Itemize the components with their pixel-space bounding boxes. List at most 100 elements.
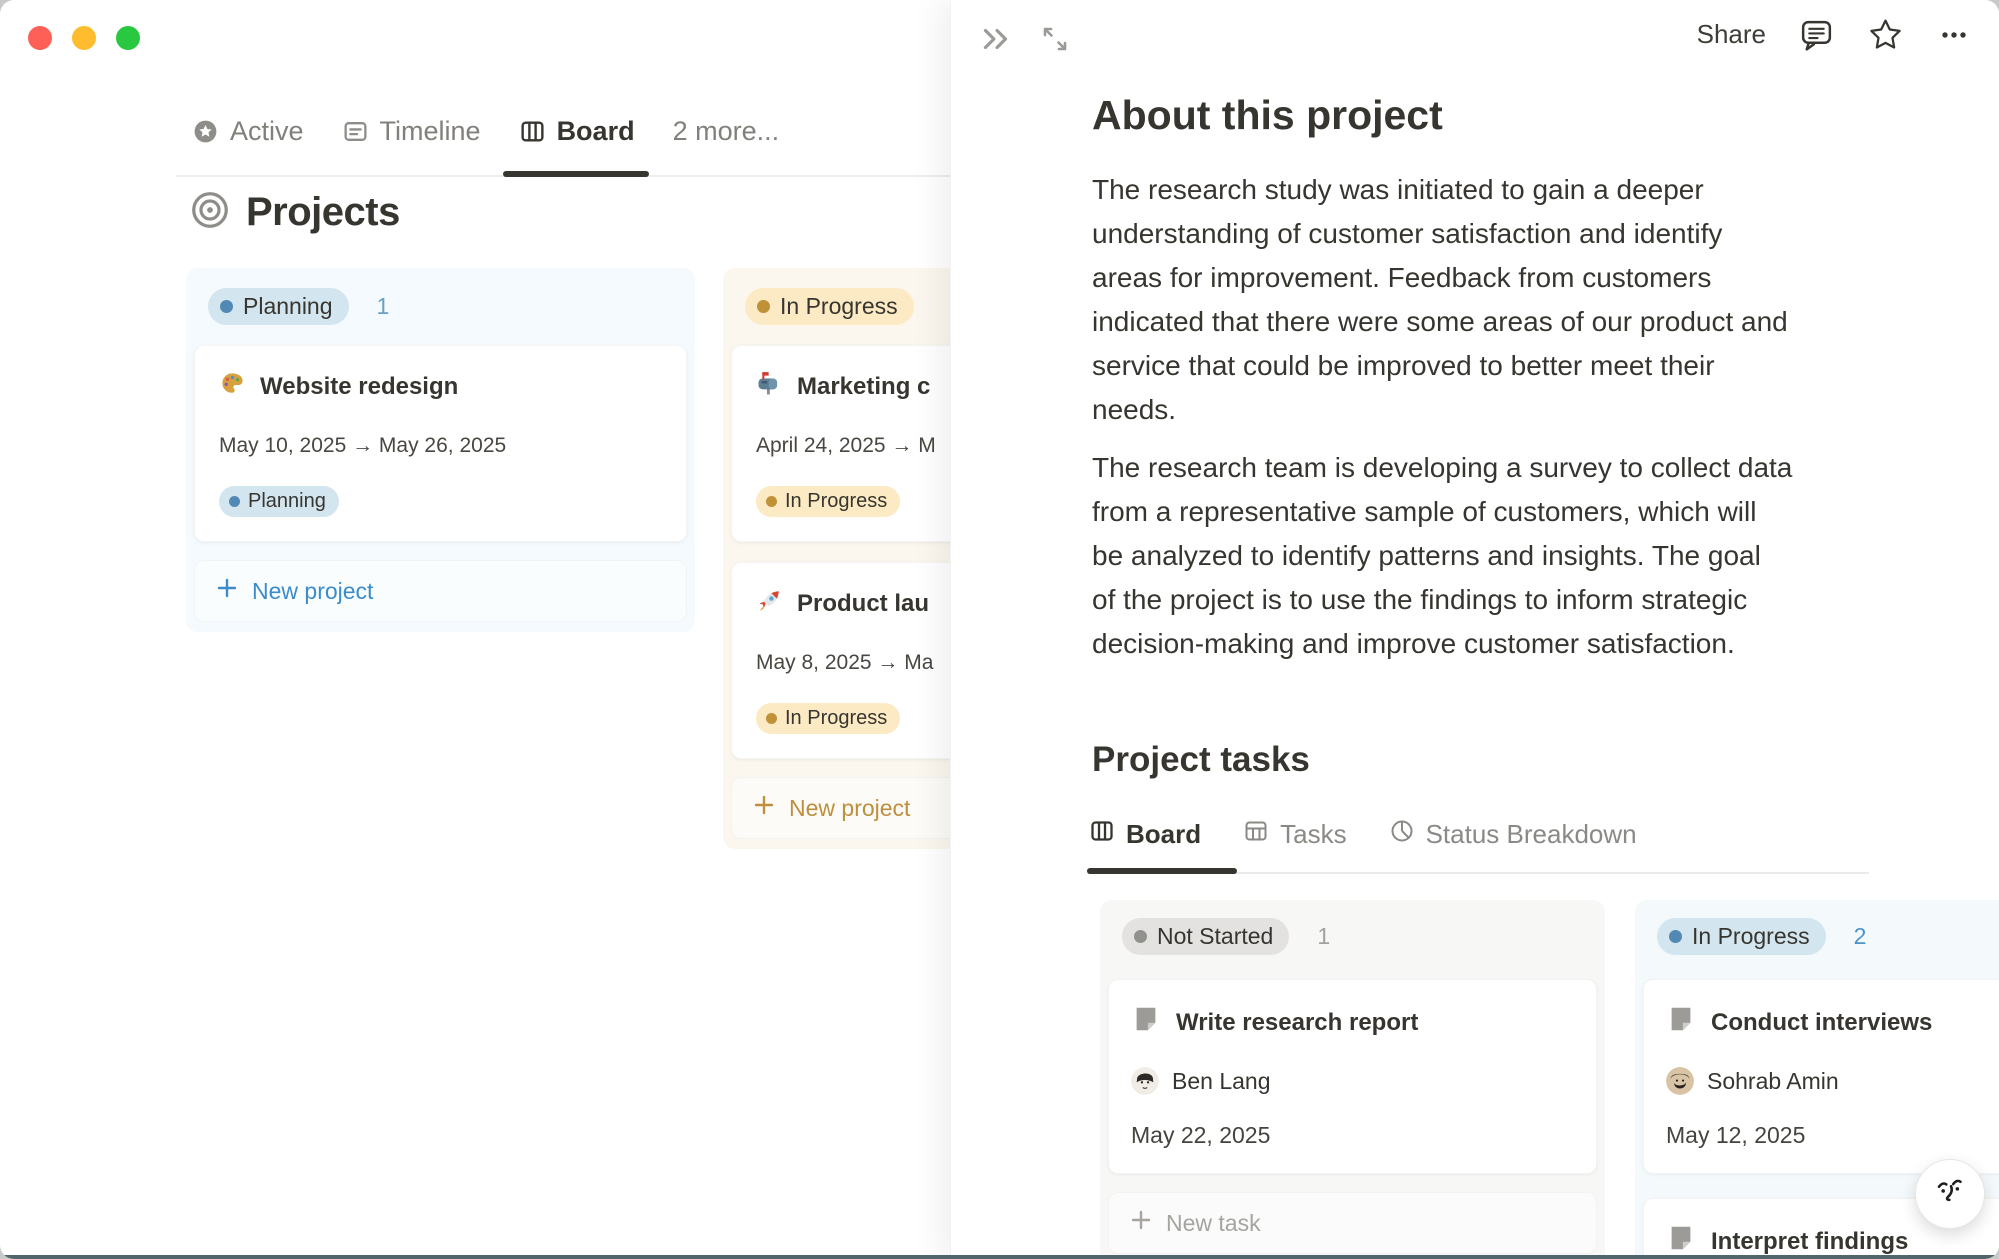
- new-task-button[interactable]: New task: [1108, 1192, 1597, 1254]
- target-rings-icon: [190, 190, 230, 235]
- rocket-icon: [756, 587, 783, 621]
- palette-icon: [219, 370, 246, 404]
- plus-icon: [752, 793, 776, 823]
- tab-label: Board: [557, 116, 635, 147]
- status-label: Planning: [243, 293, 333, 320]
- column-header: Not Started 1: [1122, 918, 1583, 955]
- close-window-button[interactable]: [28, 26, 52, 50]
- tasks-active-tab-underline: [1087, 868, 1237, 874]
- zoom-window-button[interactable]: [116, 26, 140, 50]
- doc-heading-about: About this project: [1092, 92, 1443, 139]
- status-label: Planning: [248, 490, 326, 513]
- status-dot: [766, 496, 777, 507]
- card-title: Marketing c: [797, 373, 930, 401]
- peek-toolbar-left: [977, 20, 1073, 58]
- tab-label: Tasks: [1280, 819, 1346, 850]
- tab-label: Board: [1126, 819, 1201, 850]
- tab-tasks-table[interactable]: Tasks: [1243, 818, 1346, 851]
- card-title-row: Write research report: [1131, 1004, 1574, 1041]
- active-tab-underline: [503, 171, 649, 177]
- card-title: Write research report: [1176, 1009, 1418, 1037]
- column-count: 2: [1854, 923, 1867, 950]
- pie-status-icon: [1389, 818, 1415, 851]
- notion-ai-button[interactable]: [1915, 1159, 1985, 1229]
- status-pill-not-started[interactable]: Not Started: [1122, 918, 1289, 955]
- task-card-conduct-interviews[interactable]: Conduct interviews Sohrab Amin May 12, 2…: [1643, 979, 1999, 1174]
- tab-label: Active: [230, 116, 304, 147]
- tasks-view-tabs: Board Tasks Status Breakdown: [1089, 818, 1637, 851]
- task-card-write-research-report[interactable]: Write research report Ben Lang May 22, 2…: [1108, 979, 1597, 1174]
- new-project-button-planning[interactable]: New project: [194, 560, 687, 622]
- card-title: Interpret findings: [1711, 1228, 1908, 1256]
- expand-to-full-page-icon[interactable]: [1037, 21, 1073, 57]
- card-date-range: May 10, 2025 → May 26, 2025: [219, 434, 662, 458]
- project-card-website-redesign[interactable]: Website redesign May 10, 2025 → May 26, …: [194, 345, 687, 542]
- peek-toolbar-right: Share: [1697, 16, 1972, 53]
- tab-tasks-board[interactable]: Board: [1089, 818, 1201, 851]
- card-title-row: Conduct interviews: [1666, 1004, 1999, 1041]
- window-bottom-edge: [0, 1255, 1999, 1259]
- assignee-name: Ben Lang: [1172, 1068, 1270, 1095]
- status-dot: [1134, 930, 1147, 943]
- favorite-star-icon[interactable]: [1867, 16, 1904, 53]
- card-assignee-row: Sohrab Amin: [1666, 1067, 1999, 1095]
- avatar-sohrab-amin: [1666, 1067, 1694, 1095]
- status-dot: [220, 300, 233, 313]
- board-columns-icon: [1089, 818, 1115, 851]
- gray-page-icon: [1666, 1223, 1696, 1259]
- tab-label: 2 more...: [673, 116, 780, 147]
- assignee-name: Sohrab Amin: [1707, 1068, 1839, 1095]
- status-label: Not Started: [1157, 923, 1273, 950]
- card-due-date: May 12, 2025: [1666, 1122, 1999, 1149]
- tab-more-views[interactable]: 2 more...: [673, 116, 780, 147]
- column-header: In Progress 2: [1657, 918, 1999, 955]
- status-pill-in-progress[interactable]: In Progress: [1657, 918, 1826, 955]
- status-dot: [757, 300, 770, 313]
- page-title-text: Projects: [246, 190, 400, 235]
- column-count: 1: [1317, 923, 1330, 950]
- board-columns-icon: [519, 118, 546, 145]
- tab-timeline-view[interactable]: Timeline: [342, 116, 481, 147]
- status-pill-planning[interactable]: Planning: [208, 288, 349, 325]
- tab-status-breakdown[interactable]: Status Breakdown: [1389, 818, 1637, 851]
- table-grid-icon: [1243, 818, 1269, 851]
- tab-label: Status Breakdown: [1426, 819, 1637, 850]
- share-button[interactable]: Share: [1697, 19, 1766, 50]
- doc-heading-project-tasks: Project tasks: [1092, 740, 1310, 780]
- timeline-icon: [342, 118, 369, 145]
- new-project-label: New project: [252, 578, 373, 605]
- card-title: Website redesign: [260, 373, 458, 401]
- page-title: Projects: [190, 190, 400, 235]
- card-title: Product lau: [797, 590, 929, 618]
- status-label: In Progress: [1692, 923, 1810, 950]
- status-pill-in-progress[interactable]: In Progress: [745, 288, 914, 325]
- notion-window: Active Timeline Board 2 more...: [0, 0, 1999, 1259]
- minimize-window-button[interactable]: [72, 26, 96, 50]
- status-label: In Progress: [785, 490, 887, 513]
- star-circle-icon: [192, 118, 219, 145]
- card-tag-row: Planning: [219, 486, 662, 517]
- window-controls: [28, 26, 140, 50]
- doc-paragraph-1: The research study was initiated to gain…: [1092, 168, 1962, 432]
- status-dot: [1669, 930, 1682, 943]
- more-options-icon[interactable]: [1936, 17, 1972, 53]
- plus-icon: [215, 576, 239, 606]
- column-planning: Planning 1 Website redesign May 10, 2025…: [186, 268, 695, 632]
- card-status-pill: In Progress: [756, 703, 900, 734]
- tab-board-view[interactable]: Board: [519, 116, 635, 147]
- tab-active-view[interactable]: Active: [192, 116, 304, 147]
- close-peek-double-chevron-icon[interactable]: [977, 20, 1015, 58]
- card-assignee-row: Ben Lang: [1131, 1067, 1574, 1095]
- card-status-pill: In Progress: [756, 486, 900, 517]
- new-task-label: New task: [1166, 1210, 1261, 1237]
- new-project-label: New project: [789, 795, 910, 822]
- gray-page-icon: [1666, 1004, 1696, 1041]
- column-header: Planning 1: [208, 288, 673, 325]
- tab-label: Timeline: [380, 116, 481, 147]
- doc-paragraph-2: The research team is developing a survey…: [1092, 446, 1962, 666]
- status-dot: [766, 713, 777, 724]
- comments-icon[interactable]: [1798, 16, 1835, 53]
- status-dot: [229, 496, 240, 507]
- gray-page-icon: [1131, 1004, 1161, 1041]
- side-peek-panel: Share About this project The research st…: [950, 0, 1999, 1259]
